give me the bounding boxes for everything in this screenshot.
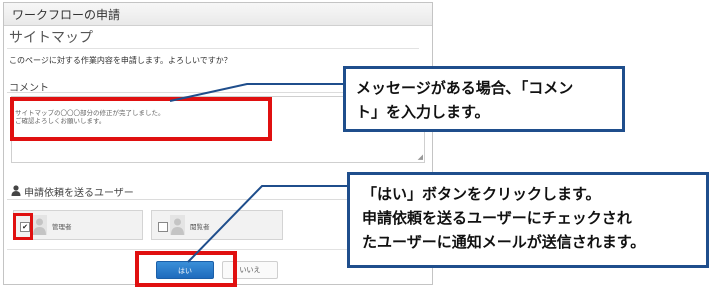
user-icon	[11, 185, 21, 196]
callout-yes: 「はい」ボタンをクリックします。 申請依頼を送るユーザーにチェックされ たユーザ…	[347, 172, 709, 268]
callout-yes-line: 申請依頼を送るユーザーにチェックされ	[362, 209, 632, 227]
yes-button-highlight-box	[135, 251, 237, 287]
avatar-icon	[32, 215, 47, 235]
dialog-titlebar: ワークフローの申請	[4, 3, 432, 26]
callout-comment: メッセージがある場合､「コメン ト」を入力します。	[343, 66, 625, 132]
divider	[7, 48, 419, 49]
user-card-viewer[interactable]: 閲覧者	[151, 210, 283, 240]
avatar-icon	[170, 215, 185, 235]
callout-comment-line: メッセージがある場合､「コメン	[356, 79, 574, 97]
checkbox-highlight-box	[13, 213, 33, 240]
user-checkbox-viewer[interactable]	[158, 222, 168, 232]
comment-highlight-box	[10, 97, 272, 141]
callout-yes-line: 「はい」ボタンをクリックします。	[362, 185, 601, 203]
page-title: サイトマップ	[9, 30, 93, 46]
dialog-title: ワークフローの申請	[12, 8, 121, 22]
confirm-message: このページに対する作業内容を申請します。よろしいですか？	[9, 56, 232, 65]
user-name-admin: 管理者	[52, 223, 72, 231]
user-name-viewer: 閲覧者	[190, 223, 210, 231]
resize-grip-icon[interactable]: ◢	[418, 154, 423, 161]
callout-comment-line: ト」を入力します。	[356, 103, 490, 121]
users-heading-label: 申請依頼を送るユーザー	[24, 188, 134, 199]
callout-yes-line: たユーザーに通知メールが送信されます。	[362, 233, 646, 251]
